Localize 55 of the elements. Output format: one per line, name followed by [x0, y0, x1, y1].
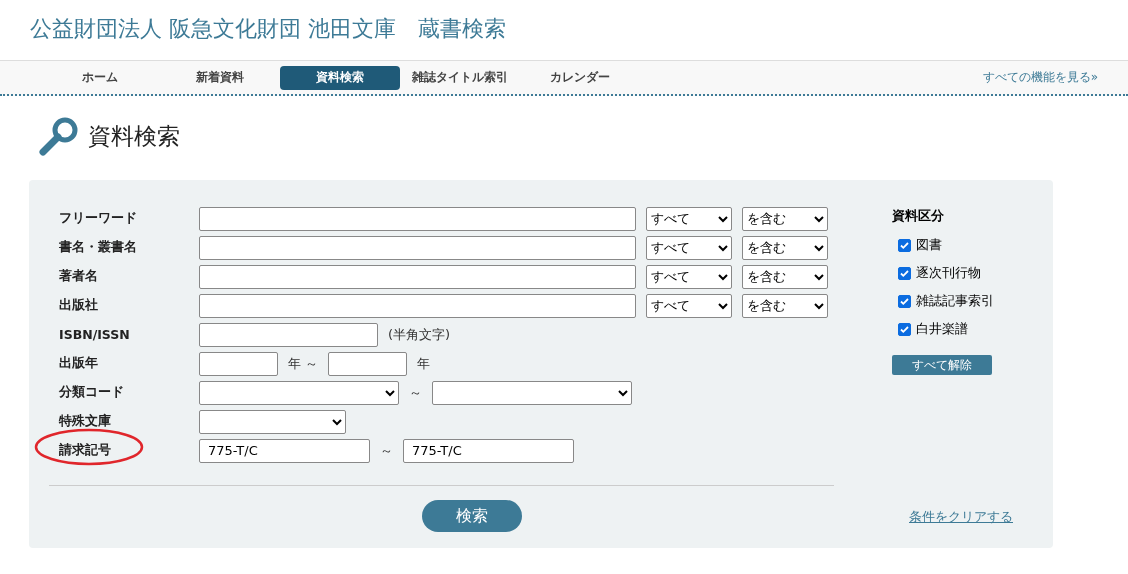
checkbox-label: 雑誌記事索引	[916, 292, 994, 310]
field-label: 出版年	[59, 355, 98, 372]
field-label: ISBN/ISSN	[59, 327, 130, 342]
site-title: 公益財団法人 阪急文化財団 池田文庫 蔵書検索	[30, 15, 507, 43]
scope-dropdown[interactable]: すべて	[646, 293, 732, 318]
nav-tab[interactable]: 雑誌タイトル索引	[400, 65, 520, 90]
nav-tab[interactable]: カレンダー	[520, 65, 640, 90]
field-label: 特殊文庫	[59, 413, 111, 430]
text-field[interactable]	[199, 293, 636, 318]
checkbox[interactable]	[898, 322, 911, 336]
collection-dropdown[interactable]	[199, 409, 346, 434]
match-dropdown[interactable]: を含む	[742, 293, 828, 318]
checkbox-label: 逐次刊行物	[916, 264, 981, 282]
all-features-link[interactable]: すべての機能を見る»	[982, 69, 1098, 86]
text-field[interactable]	[199, 206, 636, 231]
text-field[interactable]	[199, 322, 378, 347]
code-dropdown[interactable]	[432, 380, 632, 405]
field-label: 著者名	[59, 268, 98, 285]
checkbox[interactable]	[898, 266, 911, 280]
nav-tab[interactable]: ホーム	[40, 65, 160, 90]
scope-dropdown[interactable]: すべて	[646, 206, 732, 231]
checkbox-label: 図書	[916, 236, 942, 254]
field-label: 書名・叢書名	[59, 239, 137, 256]
match-dropdown[interactable]: を含む	[742, 264, 828, 289]
unit-text: 年 ～	[288, 354, 319, 373]
year-field[interactable]	[328, 351, 408, 376]
unit-text: 年	[417, 354, 431, 373]
scope-dropdown[interactable]: すべて	[646, 264, 732, 289]
call-number-field[interactable]: 775-T/C	[199, 438, 370, 463]
note-text: (半角文字)	[388, 325, 451, 344]
nav-tab[interactable]: 新着資料	[160, 65, 280, 90]
match-dropdown[interactable]: を含む	[742, 206, 828, 231]
search-icon	[38, 115, 80, 157]
category-title: 資料区分	[892, 208, 945, 225]
checkbox-label: 白井楽譜	[916, 320, 968, 338]
text-field[interactable]	[199, 235, 636, 260]
range-separator: ～	[380, 441, 393, 460]
text-field[interactable]	[199, 264, 636, 289]
field-label: 分類コード	[59, 384, 124, 401]
code-dropdown[interactable]	[199, 380, 399, 405]
checkbox[interactable]	[898, 238, 911, 252]
match-dropdown[interactable]: を含む	[742, 235, 828, 260]
scope-dropdown[interactable]: すべて	[646, 235, 732, 260]
clear-conditions-link[interactable]: 条件をクリアする	[909, 508, 1013, 526]
nav-tab[interactable]: 資料検索	[280, 65, 400, 90]
page-title: 資料検索	[88, 121, 180, 151]
year-field[interactable]	[199, 351, 278, 376]
clear-all-button[interactable]: すべて解除	[892, 355, 992, 375]
range-separator: ～	[409, 383, 422, 402]
call-number-field[interactable]: 775-T/C	[403, 438, 574, 463]
field-label: 出版社	[59, 297, 98, 314]
field-label: フリーワード	[59, 210, 137, 227]
checkbox[interactable]	[898, 294, 911, 308]
field-label: 請求記号	[59, 442, 111, 459]
search-button[interactable]: 検索	[421, 500, 522, 532]
